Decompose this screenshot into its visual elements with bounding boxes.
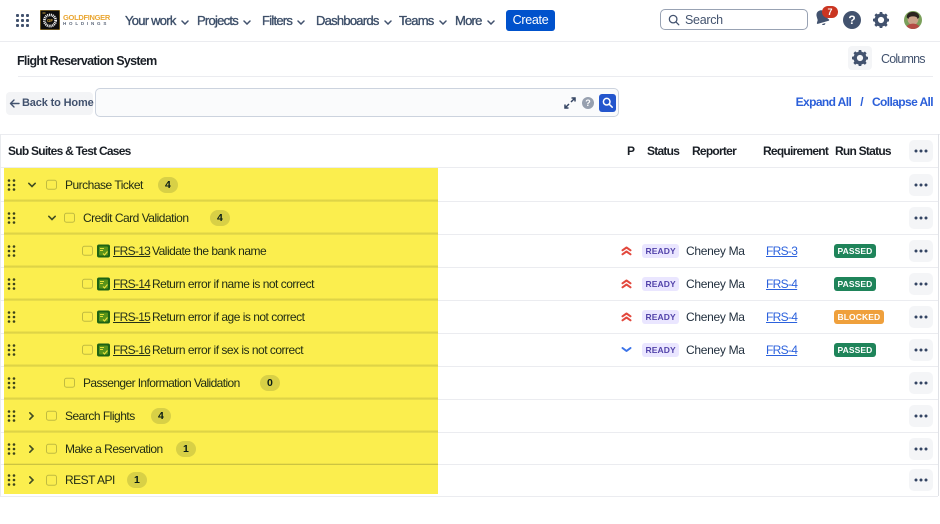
svg-text:GF: GF [47, 18, 53, 23]
